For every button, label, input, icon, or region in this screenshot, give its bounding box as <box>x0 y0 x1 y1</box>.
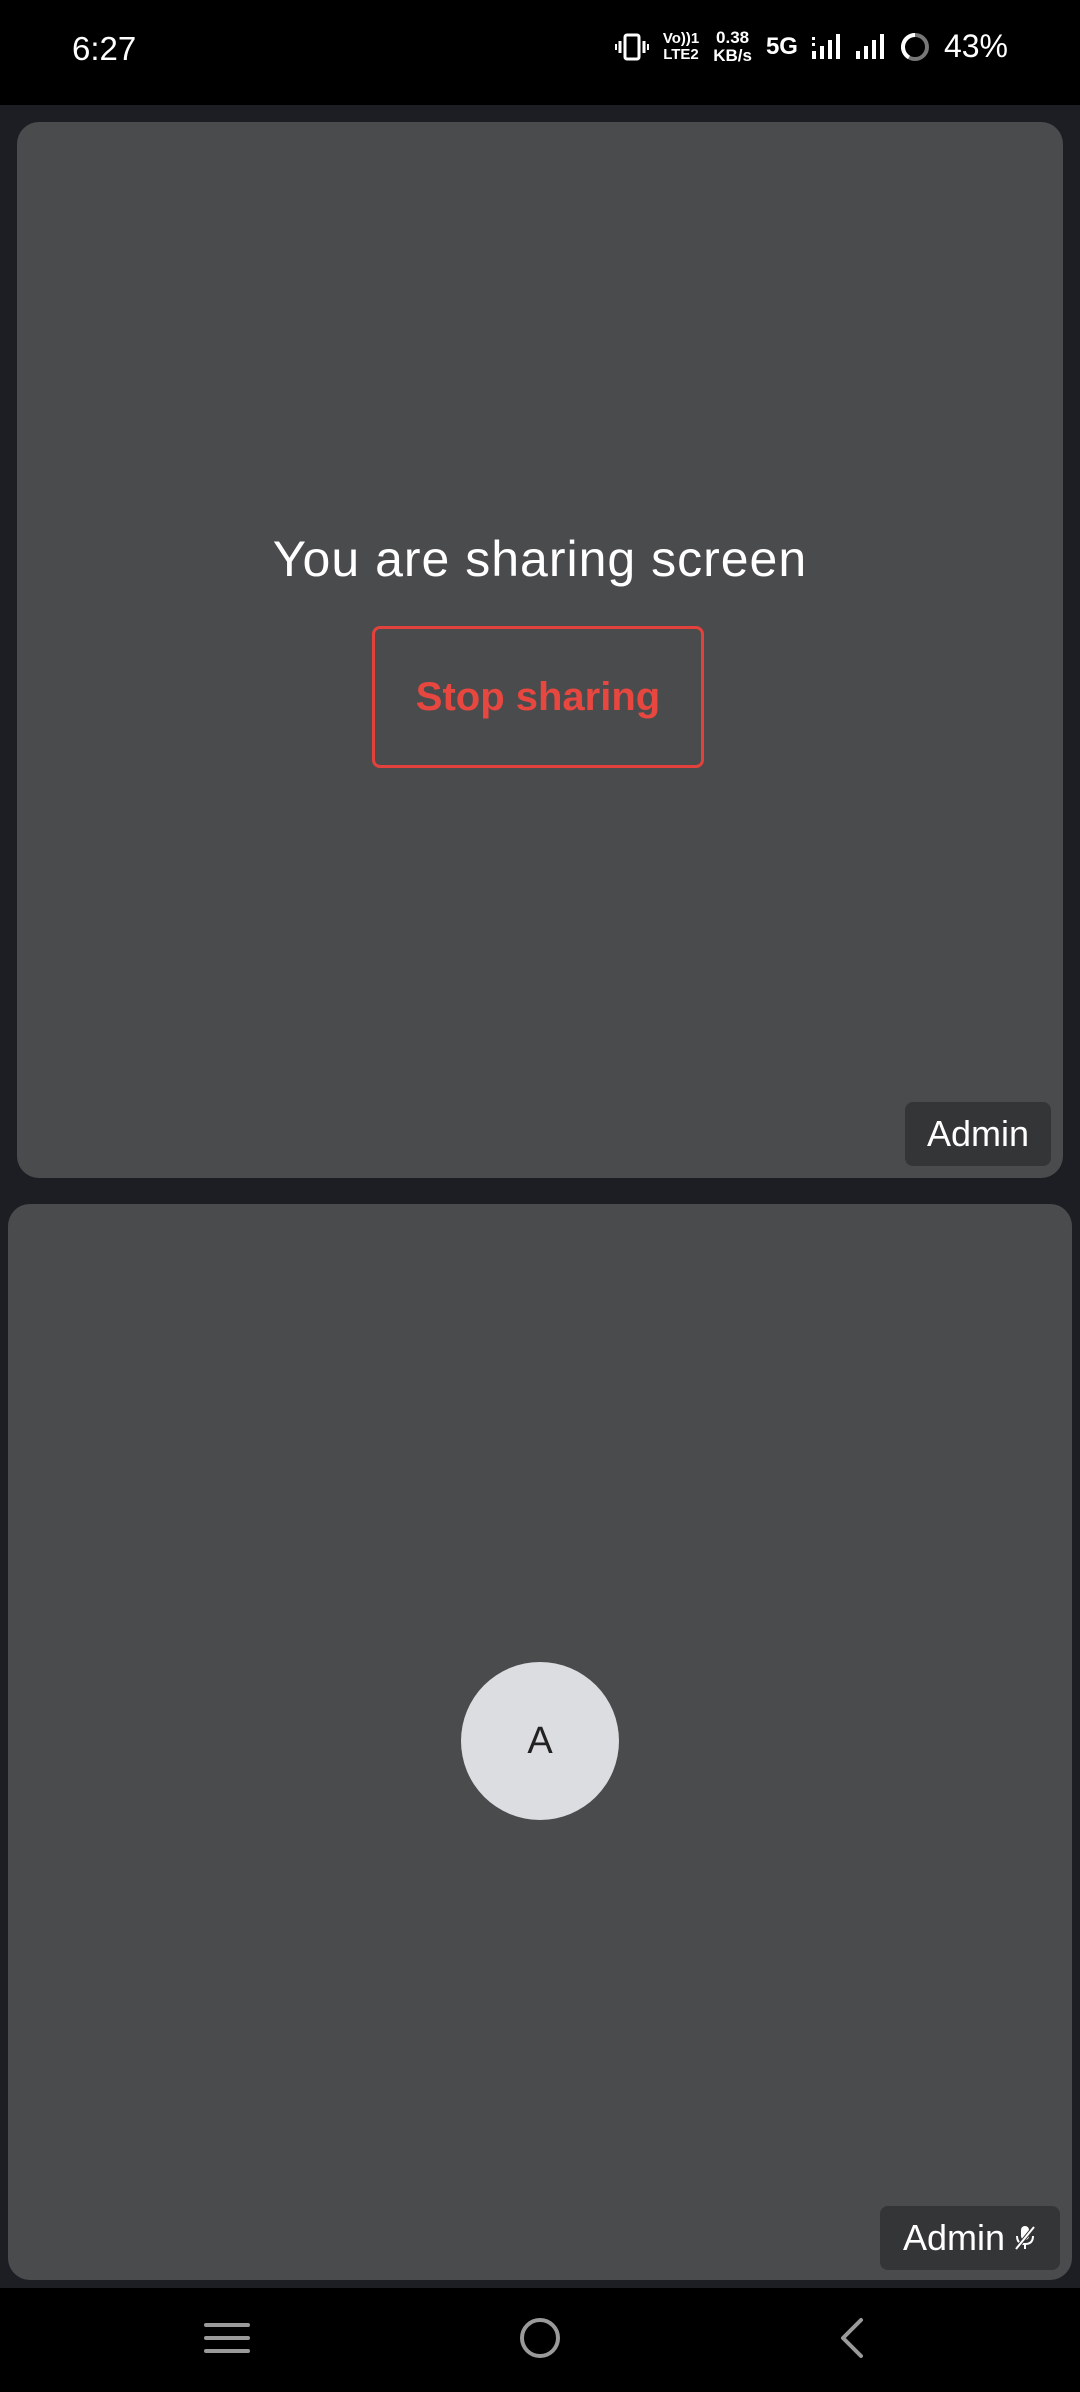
home-button[interactable] <box>510 2310 570 2370</box>
back-chevron-icon <box>837 2316 867 2365</box>
system-nav-bar <box>0 2288 1080 2392</box>
recent-apps-button[interactable] <box>197 2310 257 2370</box>
mic-off-icon <box>1013 2224 1037 2252</box>
participant-name-badge: Admin <box>905 1102 1051 1166</box>
network-speed-value: 0.38 <box>716 27 750 47</box>
participant-tile: A Admin <box>8 1204 1072 2280</box>
status-icons: Vo))1 LTE2 0.38 KB/s 5G 43% <box>614 27 1008 65</box>
status-bar: 6:27 Vo))1 LTE2 0.38 KB/s 5G 43% <box>0 0 1080 105</box>
sharing-message: You are sharing screen <box>272 531 808 587</box>
avatar: A <box>461 1662 619 1820</box>
volte-line2: LTE2 <box>663 45 699 63</box>
home-circle-icon <box>518 2316 562 2365</box>
avatar-initial: A <box>527 1719 553 1762</box>
status-time: 6:27 <box>72 30 137 67</box>
participant-name: Admin <box>926 1113 1030 1154</box>
volte-indicator: Vo))1 LTE2 <box>662 29 700 63</box>
network-type: 5G <box>765 32 798 60</box>
battery-ring-icon <box>900 32 930 62</box>
network-speed: 0.38 KB/s <box>713 27 752 65</box>
network-speed-unit: KB/s <box>713 45 752 65</box>
participant-name-badge: Admin <box>880 2206 1060 2270</box>
signal-icon <box>811 33 842 61</box>
volte-line1: Vo))1 <box>662 29 700 47</box>
screen-share-tile: You are sharing screen Stop sharing Admi… <box>17 122 1063 1178</box>
signal-icon-2 <box>855 33 886 61</box>
vibrate-icon <box>614 33 649 61</box>
back-button[interactable] <box>822 2310 882 2370</box>
battery-percent: 43% <box>943 28 1008 64</box>
stop-sharing-button[interactable]: Stop sharing <box>372 626 704 768</box>
participant-name: Admin <box>902 2217 1006 2258</box>
menu-icon <box>204 2321 250 2360</box>
